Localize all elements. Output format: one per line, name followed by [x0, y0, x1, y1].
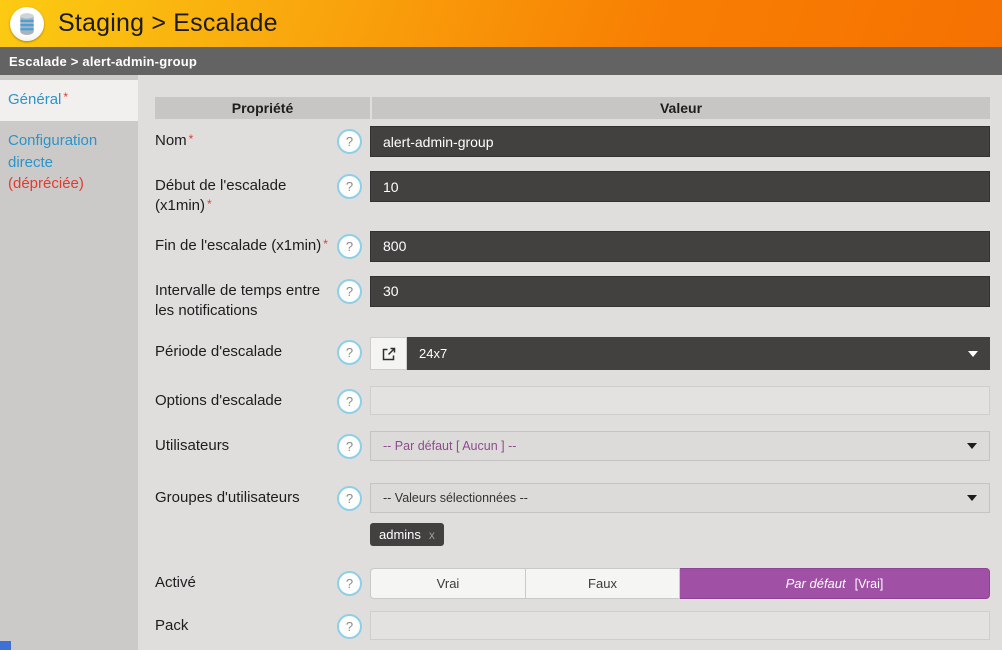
help-icon[interactable]: ?	[337, 614, 362, 639]
help-icon[interactable]: ?	[337, 279, 362, 304]
nom-input[interactable]	[370, 126, 990, 157]
form-row-nom: Nom* ?	[155, 126, 990, 157]
external-link-icon	[382, 347, 396, 361]
sidebar-item-label: Configuration directe	[8, 132, 97, 171]
help-icon[interactable]: ?	[337, 174, 362, 199]
periode-select[interactable]: 24x7	[407, 337, 990, 370]
remove-tag-icon[interactable]: x	[429, 528, 435, 542]
table-header: Propriété Valeur	[155, 97, 990, 119]
field-label: Période d'escalade	[155, 337, 337, 362]
fin-escalade-input[interactable]	[370, 231, 990, 262]
chevron-down-icon	[968, 351, 978, 357]
label-text: Fin de l'escalade (x1min)	[155, 237, 321, 254]
form-row-utilisateurs: Utilisateurs ? -- Par défaut [ Aucun ] -…	[155, 431, 990, 461]
field-label: Début de l'escalade (x1min)*	[155, 171, 337, 217]
help-icon[interactable]: ?	[337, 389, 362, 414]
chevron-down-icon	[967, 443, 977, 449]
help-icon[interactable]: ?	[337, 129, 362, 154]
sidebar-item-label: Général	[8, 91, 61, 108]
intervalle-input[interactable]	[370, 276, 990, 307]
boolean-toggle-group: Vrai Faux Par défaut [Vrai]	[370, 568, 990, 599]
page-title: Staging > Escalade	[58, 9, 278, 38]
form-row-pack: Pack ?	[155, 611, 990, 640]
database-icon	[10, 7, 44, 41]
chevron-down-icon	[967, 495, 977, 501]
form-row-periode: Période d'escalade ? 24x7	[155, 337, 990, 370]
options-input[interactable]	[370, 386, 990, 415]
field-label: Utilisateurs	[155, 431, 337, 456]
form-panel: Propriété Valeur Nom* ? Début de l'escal…	[138, 75, 1002, 650]
groupes-select[interactable]: -- Valeurs sélectionnées --	[370, 483, 990, 513]
form-row-intervalle: Intervalle de temps entre les notificati…	[155, 276, 990, 322]
label-text: Nom	[155, 132, 187, 149]
required-mark: *	[207, 197, 212, 211]
column-header-property: Propriété	[155, 97, 370, 119]
par-defaut-label: Par défaut	[786, 576, 846, 591]
field-label: Nom*	[155, 126, 337, 151]
field-label: Intervalle de temps entre les notificati…	[155, 276, 337, 322]
form-row-debut-escalade: Début de l'escalade (x1min)* ?	[155, 171, 990, 217]
help-icon[interactable]: ?	[337, 486, 362, 511]
form-row-options: Options d'escalade ?	[155, 386, 990, 415]
par-defaut-value: [Vrai]	[855, 577, 884, 591]
label-text: Début de l'escalade (x1min)	[155, 177, 286, 214]
help-icon[interactable]: ?	[337, 340, 362, 365]
sidebar-item-general[interactable]: Général*	[0, 80, 138, 121]
help-icon[interactable]: ?	[337, 234, 362, 259]
form-row-fin-escalade: Fin de l'escalade (x1min)* ?	[155, 231, 990, 262]
pack-input[interactable]	[370, 611, 990, 640]
required-mark: *	[63, 90, 68, 104]
debut-escalade-input[interactable]	[370, 171, 990, 202]
footer-logo-fragment	[0, 641, 11, 650]
field-label: Pack	[155, 611, 337, 636]
tag-label: admins	[379, 527, 421, 542]
selected-value: 24x7	[419, 346, 447, 361]
help-icon[interactable]: ?	[337, 571, 362, 596]
sidebar-item-configuration-directe[interactable]: Configuration directe (dépréciée)	[0, 121, 138, 205]
app-header: Staging > Escalade	[0, 0, 1002, 47]
field-label: Options d'escalade	[155, 386, 337, 411]
deprecated-note: (dépréciée)	[8, 175, 84, 192]
help-icon[interactable]: ?	[337, 434, 362, 459]
required-mark: *	[323, 237, 328, 251]
breadcrumb: Escalade > alert-admin-group	[0, 47, 1002, 75]
required-mark: *	[189, 132, 194, 146]
utilisateurs-select[interactable]: -- Par défaut [ Aucun ] --	[370, 431, 990, 461]
column-header-value: Valeur	[372, 97, 990, 119]
par-defaut-button[interactable]: Par défaut [Vrai]	[680, 568, 990, 599]
form-row-active: Activé ? Vrai Faux Par défaut [Vrai]	[155, 568, 990, 599]
field-label: Fin de l'escalade (x1min)*	[155, 231, 337, 256]
field-label: Activé	[155, 568, 337, 593]
selected-value: -- Valeurs sélectionnées --	[383, 491, 528, 505]
selected-value: -- Par défaut [ Aucun ] --	[383, 439, 516, 453]
sidebar: Général* Configuration directe (déprécié…	[0, 75, 138, 650]
faux-button[interactable]: Faux	[525, 568, 680, 599]
vrai-button[interactable]: Vrai	[370, 568, 525, 599]
tag-admins[interactable]: admins x	[370, 523, 444, 546]
open-periode-button[interactable]	[370, 337, 407, 370]
form-row-groupes: Groupes d'utilisateurs ? -- Valeurs séle…	[155, 483, 990, 546]
field-label: Groupes d'utilisateurs	[155, 483, 337, 508]
